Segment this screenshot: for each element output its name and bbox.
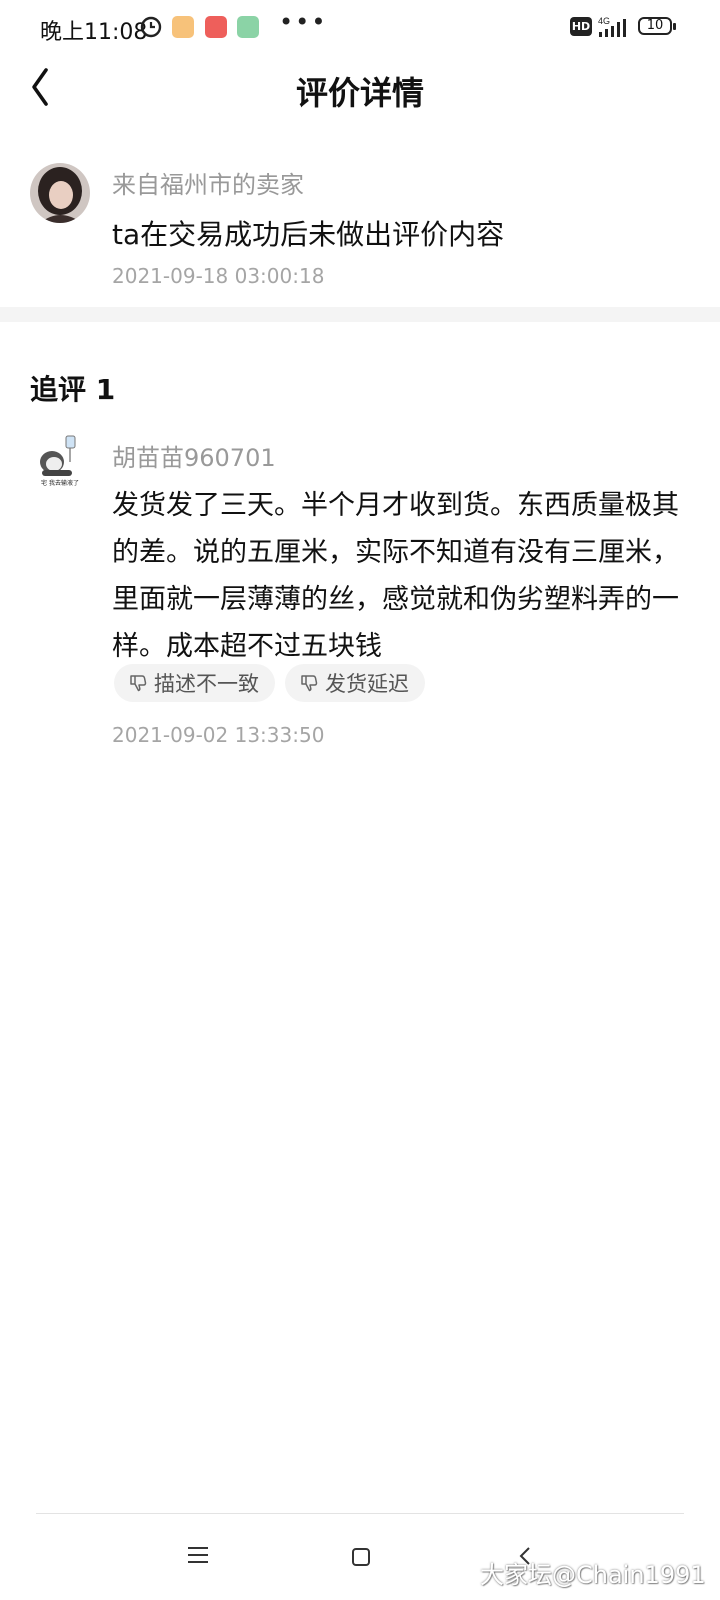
more-notifications-icon: ••• xyxy=(279,8,328,36)
header: 评价详情 xyxy=(0,58,720,120)
battery-icon: 10 xyxy=(638,17,672,35)
avatar-caption: 宅 我去输液了 xyxy=(41,479,79,487)
red-app-icon xyxy=(205,16,227,38)
tag-label: 描述不一致 xyxy=(154,672,259,696)
followup-review-time: 2021-09-02 13:33:50 xyxy=(112,723,325,747)
review-tags: 描述不一致 发货延迟 xyxy=(114,664,425,702)
home-square-icon[interactable] xyxy=(352,1548,370,1566)
status-bar: 晚上11:08 ••• HD 4G 10 xyxy=(0,0,720,58)
followup-heading: 追评 1 xyxy=(30,373,116,406)
seller-comment: ta在交易成功后未做出评价内容 xyxy=(112,218,505,251)
tag-shipping-delay[interactable]: 发货延迟 xyxy=(285,664,425,702)
battery-level: 10 xyxy=(646,18,664,33)
chat-app-icon xyxy=(237,16,259,38)
review-body: 发货发了三天。半个月才收到货。东西质量极其的差。说的五厘米，实际不知道有没有三厘… xyxy=(112,490,679,662)
menu-icon[interactable] xyxy=(188,1547,208,1563)
avatar[interactable] xyxy=(30,163,90,223)
seller-review-time: 2021-09-18 03:00:18 xyxy=(112,264,325,288)
watermark: 大家坛@Chain1991 xyxy=(480,1561,706,1589)
reviewer-name: 胡苗苗960701 xyxy=(112,444,276,472)
battery-cap xyxy=(673,23,676,30)
status-time: 晚上11:08 xyxy=(40,20,148,45)
reviewer-avatar-image: 宅 我去输液了 xyxy=(32,432,88,488)
tag-label: 发货延迟 xyxy=(325,672,409,696)
tag-description-mismatch[interactable]: 描述不一致 xyxy=(114,664,275,702)
signal-icon: 4G xyxy=(598,16,626,37)
page-title: 评价详情 xyxy=(295,74,424,112)
avatar[interactable]: 宅 我去输液了 xyxy=(32,432,88,488)
thumbs-down-icon xyxy=(130,675,147,692)
hd-badge: HD xyxy=(570,17,592,36)
clock-icon xyxy=(140,16,162,38)
seller-location: 来自福州市的卖家 xyxy=(112,171,304,199)
seller-avatar-image xyxy=(30,163,90,223)
nav-divider xyxy=(36,1513,684,1514)
network-label: 4G xyxy=(598,16,610,26)
section-divider xyxy=(0,307,720,322)
thumbs-down-icon xyxy=(301,675,318,692)
seller-review: 来自福州市的卖家 ta在交易成功后未做出评价内容 2021-09-18 03:0… xyxy=(0,140,720,307)
video-app-icon xyxy=(172,16,194,38)
